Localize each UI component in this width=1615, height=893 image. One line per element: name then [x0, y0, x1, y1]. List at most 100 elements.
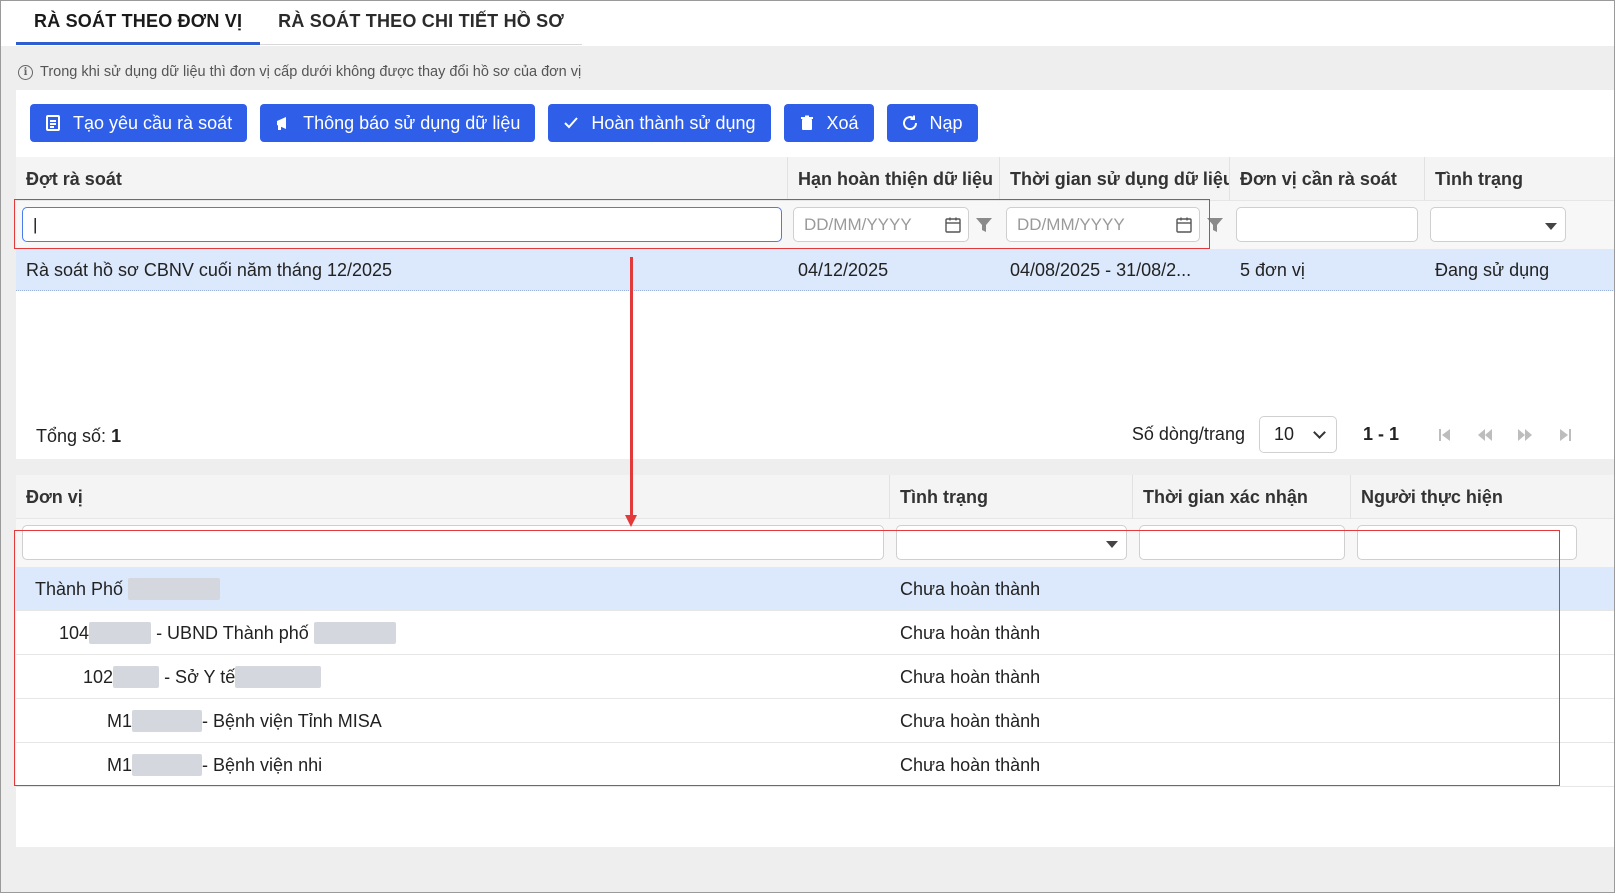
col-confirm-time[interactable]: Thời gian xác nhận — [1133, 475, 1351, 519]
unit-name: 104 - UBND Thành phố — [59, 611, 396, 655]
redacted-text — [132, 753, 203, 776]
table-row[interactable]: 104 - UBND Thành phố Chưa hoàn thành — [16, 611, 1615, 655]
col-units-to-review[interactable]: Đơn vị cần rà soát — [1230, 157, 1425, 201]
units-filter-input[interactable] — [1236, 207, 1418, 242]
unit-grid-header: Đơn vị Tình trạng Thời gian xác nhận Ngư… — [16, 475, 1615, 519]
unit-name-suffix: - Bệnh viện nhi — [202, 755, 323, 775]
unit-name: 102 - Sở Y tế — [83, 655, 322, 699]
complete-usage-button[interactable]: Hoàn thành sử dụng — [548, 104, 771, 142]
col-unit[interactable]: Đơn vị — [16, 475, 890, 519]
unit-name-prefix: Thành Phố — [35, 579, 124, 599]
page-range: 1 - 1 — [1362, 424, 1399, 444]
check-icon — [564, 117, 579, 129]
performer-filter-input[interactable] — [1357, 525, 1577, 560]
delete-button[interactable]: Xoá — [783, 104, 874, 142]
unit-name: M1 - Bệnh viện nhi — [107, 743, 322, 787]
unit-status: Chưa hoàn thành — [900, 579, 1041, 599]
reload-button[interactable]: Nạp — [886, 104, 978, 142]
trash-icon — [800, 115, 813, 130]
unit-status: Chưa hoàn thành — [900, 711, 1041, 731]
rows-per-page-label: Số dòng/trang — [1131, 424, 1245, 444]
redacted-text — [235, 665, 322, 688]
refresh-icon — [902, 115, 917, 131]
unit-code: 104 — [59, 623, 90, 643]
calendar-icon[interactable] — [944, 216, 962, 234]
unit-status-filter-select[interactable] — [896, 525, 1127, 560]
rows-per-page-select[interactable]: 10 — [1258, 416, 1337, 453]
annotation-arrow-head — [625, 515, 637, 527]
confirm-time-filter-input[interactable] — [1139, 525, 1345, 560]
tab-by-unit[interactable]: RÀ SOÁT THEO ĐƠN VỊ — [16, 0, 261, 45]
notify-data-usage-button[interactable]: Thông báo sử dụng dữ liệu — [260, 104, 536, 142]
info-icon: i — [18, 64, 33, 80]
col-usage-period[interactable]: Thời gian sử dụng dữ liệu — [1000, 157, 1230, 201]
review-batch-filter-input[interactable]: | — [22, 207, 782, 242]
unit-filter-input[interactable] — [22, 525, 884, 560]
total-count: Tổng số: 1 — [36, 426, 121, 447]
reload-label: Nạp — [929, 112, 963, 133]
pagination: Số dòng/trang 10 1 - 1 — [1132, 416, 1585, 453]
col-status[interactable]: Tình trạng — [1425, 157, 1615, 201]
col-unit-status[interactable]: Tình trạng — [890, 475, 1133, 519]
unit-status: Chưa hoàn thành — [900, 755, 1041, 775]
unit-name: M1 - Bệnh viện Tỉnh MISA — [107, 699, 382, 743]
annotation-arrow — [630, 257, 633, 519]
last-page-icon — [1560, 428, 1571, 441]
table-row[interactable]: 102 - Sở Y tế Chưa hoàn thành — [16, 655, 1615, 699]
col-performer[interactable]: Người thực hiện — [1351, 475, 1615, 519]
prev-page-button[interactable] — [1465, 427, 1505, 443]
status-value: Đang sử dụng — [1435, 260, 1550, 280]
megaphone-icon — [277, 117, 287, 130]
unit-status: Chưa hoàn thành — [900, 667, 1041, 687]
total-label: Tổng số: — [36, 426, 107, 446]
prev-page-icon — [1478, 428, 1492, 441]
deadline-filter-input[interactable]: DD/MM/YYYY — [793, 207, 969, 242]
col-review-batch[interactable]: Đợt rà soát — [16, 157, 788, 201]
total-value: 1 — [111, 426, 122, 446]
chevron-down-icon — [1106, 541, 1118, 548]
unit-status: Chưa hoàn thành — [900, 623, 1041, 643]
redacted-text — [89, 621, 152, 644]
info-notice: i Trong khi sử dụng dữ liệu thì đơn vị c… — [18, 64, 581, 80]
table-row[interactable]: Thành Phố Chưa hoàn thành — [16, 567, 1615, 611]
table-row[interactable]: M1 - Bệnh viện Tỉnh MISA Chưa hoàn thành — [16, 699, 1615, 743]
table-row[interactable]: Rà soát hồ sơ CBNV cuối năm tháng 12/202… — [16, 249, 1615, 291]
next-page-button[interactable] — [1505, 427, 1545, 443]
tab-bar: RÀ SOÁT THEO ĐƠN VỊ RÀ SOÁT THEO CHI TIẾ… — [16, 0, 582, 45]
usage-period-value: 04/08/2025 - 31/08/2... — [1010, 260, 1192, 280]
document-icon — [46, 115, 60, 131]
usage-period-placeholder: DD/MM/YYYY — [1017, 215, 1125, 234]
deadline-filter-icon[interactable] — [975, 216, 993, 234]
unit-name-suffix: - Bệnh viện Tỉnh MISA — [202, 711, 382, 731]
table-row[interactable]: M1 - Bệnh viện nhi Chưa hoàn thành — [16, 743, 1615, 787]
unit-code: M1 — [107, 755, 133, 775]
redacted-text — [128, 577, 221, 600]
status-filter-select[interactable] — [1430, 207, 1566, 242]
deadline-value: 04/12/2025 — [798, 260, 889, 280]
calendar-icon[interactable] — [1175, 216, 1193, 234]
first-page-icon — [1439, 428, 1450, 441]
create-review-request-button[interactable]: Tạo yêu cầu rà soát — [30, 104, 248, 142]
rows-per-page-value: 10 — [1273, 424, 1294, 444]
tab-by-record-detail[interactable]: RÀ SOÁT THEO CHI TIẾT HỒ SƠ — [260, 0, 582, 45]
info-text: Trong khi sử dụng dữ liệu thì đơn vị cấp… — [40, 64, 582, 80]
chevron-down-icon — [1545, 223, 1557, 230]
unit-name-suffix: - UBND Thành phố — [156, 623, 309, 643]
col-deadline[interactable]: Hạn hoàn thiện dữ liệu — [788, 157, 1000, 201]
units-value: 5 đơn vị — [1240, 260, 1305, 280]
usage-period-filter-icon[interactable] — [1206, 216, 1224, 234]
unit-code: 102 — [83, 667, 114, 687]
deadline-placeholder: DD/MM/YYYY — [804, 215, 912, 234]
notify-data-usage-label: Thông báo sử dụng dữ liệu — [303, 112, 521, 133]
usage-period-filter-input[interactable]: DD/MM/YYYY — [1006, 207, 1200, 242]
review-batch-name: Rà soát hồ sơ CBNV cuối năm tháng 12/202… — [26, 260, 393, 280]
unit-grid-filter-row — [16, 519, 1615, 567]
complete-usage-label: Hoàn thành sử dụng — [591, 112, 756, 133]
review-batch-panel: Tạo yêu cầu rà soát Thông báo sử dụng dữ… — [16, 90, 1615, 459]
last-page-button[interactable] — [1545, 427, 1585, 443]
next-page-icon — [1518, 428, 1532, 441]
unit-status-panel: Đơn vị Tình trạng Thời gian xác nhận Ngư… — [16, 475, 1615, 847]
unit-name-suffix: - Sở Y tế — [164, 667, 236, 687]
first-page-button[interactable] — [1425, 427, 1465, 443]
create-review-request-label: Tạo yêu cầu rà soát — [73, 112, 233, 133]
